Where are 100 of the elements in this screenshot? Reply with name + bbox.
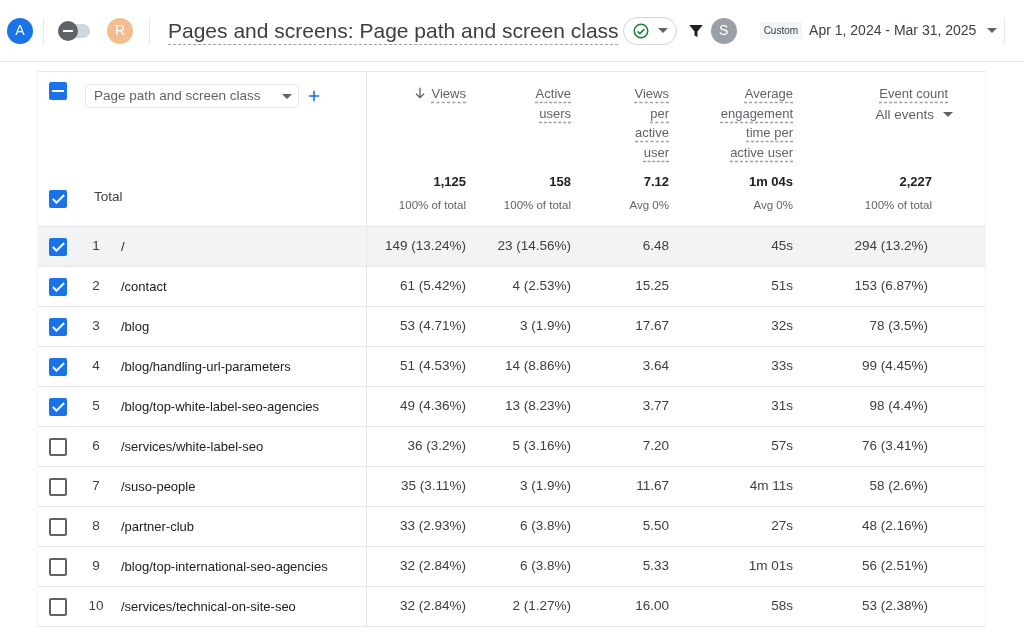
row-index: 2 (92, 277, 100, 296)
table-cell-text: 53 (2.38%) (861, 597, 928, 616)
checkbox[interactable] (49, 317, 67, 336)
table-cell-text: 153 (6.87%) (854, 277, 928, 296)
column-header[interactable]: Event count (879, 84, 948, 104)
caret-icon (943, 112, 953, 118)
table-cell-text: 14 (8.86%) (504, 357, 571, 376)
page-path[interactable]: /partner-club (121, 516, 194, 537)
column-header[interactable]: Views (431, 84, 466, 104)
total-note: 100% of total (503, 197, 571, 213)
table-cell-text: 57s (771, 437, 793, 456)
table-cell-text: 48 (2.16%) (861, 517, 928, 536)
row-index: 1 (92, 237, 100, 256)
table-row[interactable]: 4 /blog/handling-url-parameters 51 (4.53%) 14 (8.86%) 3.64 33s 99 (4.45%) (38, 347, 985, 387)
table-cell-text: 32s (771, 317, 793, 336)
row-index: 5 (92, 397, 100, 416)
table-cell-text: 6 (3.8%) (519, 517, 571, 536)
table-cell-text: 6 (3.8%) (519, 557, 571, 576)
table-cell-text: 3 (1.9%) (519, 317, 571, 336)
column-header[interactable]: Views per active user (624, 84, 669, 162)
table-cell-text: 56 (2.51%) (861, 557, 928, 576)
page-path[interactable]: /suso-people (121, 476, 196, 497)
table-cell-text: 31s (771, 397, 793, 416)
table-cell-text: 51 (4.53%) (399, 357, 466, 376)
row-index: 8 (92, 517, 100, 536)
table-cell-text: 78 (3.5%) (869, 317, 928, 336)
checkbox[interactable] (49, 82, 67, 100)
checkbox[interactable] (49, 557, 67, 576)
date-range[interactable]: Apr 1, 2024 - Mar 31, 2025 (809, 20, 977, 41)
avatar[interactable]: A (7, 17, 33, 44)
page-path[interactable]: /blog/top-white-label-seo-agencies (121, 396, 319, 417)
table-cell-text: 58 (2.6%) (869, 477, 928, 496)
table-cell-text: 99 (4.45%) (861, 357, 928, 376)
check-icon (51, 321, 65, 332)
table-row[interactable]: 10 /services/technical-on-site-seo 32 (2.84%) 2 (1.27%) 16.00 58s 53 (2.38%) (38, 587, 985, 627)
check-icon (51, 194, 65, 204)
table-row[interactable]: 6 /services/white-label-seo 36 (3.2%) 5 (3.16%) 7.20 57s 76 (3.41%) (38, 427, 985, 467)
table-cell-text: 23 (14.56%) (497, 237, 571, 256)
checkbox[interactable] (49, 237, 67, 256)
row-label: Total (93, 187, 124, 206)
table-cell-text: 2 (1.27%) (512, 597, 571, 616)
column-header[interactable]: Active users (526, 84, 571, 123)
table-row[interactable]: 3 /blog 53 (4.71%) 3 (1.9%) 17.67 32s 78 (3.5%) (38, 307, 985, 347)
column-header[interactable]: Average engagement time per active user (713, 84, 793, 162)
checkbox[interactable] (49, 397, 67, 416)
table-cell-text: 32 (2.84%) (399, 597, 466, 616)
page-path[interactable]: /services/technical-on-site-seo (121, 596, 296, 617)
table-cell-text: 3.64 (642, 357, 669, 376)
page-path[interactable]: / (121, 236, 125, 257)
checkbox[interactable] (49, 277, 67, 296)
total-value: 158 (549, 173, 571, 192)
row-index: 4 (92, 357, 100, 376)
toggle-switch[interactable] (58, 20, 92, 41)
table-cell-text: 76 (3.41%) (861, 437, 928, 456)
total-value: 2,227 (899, 173, 932, 192)
row-index: 9 (92, 557, 100, 576)
table-row[interactable]: 8 /partner-club 33 (2.93%) 6 (3.8%) 5.50 27s 48 (2.16%) (38, 507, 985, 547)
total-value: 7.12 (643, 173, 669, 192)
table-cell-text: 58s (771, 597, 793, 616)
page-path[interactable]: /blog/handling-url-parameters (121, 356, 291, 377)
table-cell-text: 61 (5.42%) (399, 277, 466, 296)
table-cell-text: 51s (771, 277, 793, 296)
table-cell-text: 4 (2.53%) (512, 277, 571, 296)
table-row[interactable]: 1 / 149 (13.24%) 23 (14.56%) 6.48 45s 294 (13.2%) (38, 227, 985, 267)
table-row[interactable]: 7 /suso-people 35 (3.11%) 3 (1.9%) 11.67 4m 11s 58 (2.6%) (38, 467, 985, 507)
table-row[interactable]: 2 /contact 61 (5.42%) 4 (2.53%) 15.25 51s 153 (6.87%) (38, 267, 985, 307)
page-path[interactable]: /contact (121, 276, 167, 297)
table-cell-text: 149 (13.24%) (384, 237, 466, 256)
checkbox[interactable] (49, 357, 67, 376)
events-dropdown[interactable]: All events (875, 104, 956, 125)
check-icon (51, 281, 65, 292)
table-row[interactable]: 5 /blog/top-white-label-seo-agencies 49 (4.36%) 13 (8.23%) 3.77 31s 98 (4.4%) (38, 387, 985, 427)
checkbox[interactable] (49, 517, 67, 536)
checkbox[interactable] (49, 597, 67, 616)
checkbox[interactable] (49, 437, 67, 456)
table-cell-text: 13 (8.23%) (504, 397, 571, 416)
page-path[interactable]: /blog (121, 316, 150, 337)
checkbox[interactable] (49, 477, 67, 496)
table-cell-text: 16.00 (635, 597, 669, 616)
check-icon (51, 361, 65, 372)
table-cell-text: 33s (771, 357, 793, 376)
caret-icon (282, 93, 292, 99)
total-note: 100% of total (398, 197, 466, 213)
table-cell-text: 5.33 (642, 557, 669, 576)
total-note: Avg 0% (753, 197, 793, 213)
page-path[interactable]: /blog/top-international-seo-agencies (121, 556, 328, 577)
table-row[interactable]: 9 /blog/top-international-seo-agencies 32 (2.84%) 6 (3.8%) 5.33 1m 01s 56 (2.51%) (38, 547, 985, 587)
table-cell-text: 5.50 (642, 517, 669, 536)
table-cell-text: 4m 11s (749, 477, 793, 496)
table-cell-text: 15.25 (635, 277, 669, 296)
table-cell-text: 11.67 (636, 477, 669, 496)
caret-icon[interactable] (987, 28, 998, 33)
total-note: Avg 0% (629, 197, 669, 213)
dimension-dropdown[interactable]: Page path and screen class (85, 84, 299, 108)
row-index: 3 (92, 317, 100, 336)
table-cell-text: 49 (4.36%) (399, 397, 466, 416)
report-title[interactable]: Pages and screens: Page path and screen class (168, 14, 619, 47)
checkbox[interactable] (49, 190, 67, 208)
page-path[interactable]: /services/white-label-seo (121, 436, 264, 457)
table-cell-text: 27s (771, 517, 793, 536)
